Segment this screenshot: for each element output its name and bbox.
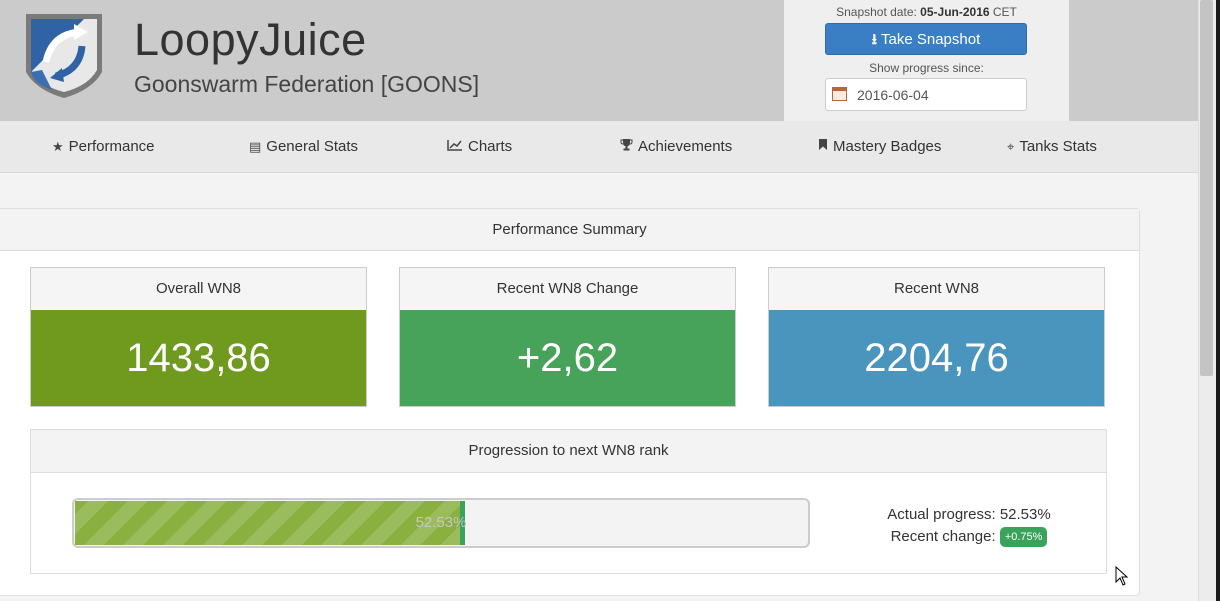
- recent-wn8-card: Recent WN8 2204,76: [768, 267, 1105, 407]
- tab-charts-label: Charts: [468, 138, 513, 155]
- tab-charts[interactable]: Charts: [447, 121, 512, 172]
- recent-change-badge: +0.75%: [999, 527, 1048, 548]
- recent-wn8-change-card: Recent WN8 Change +2,62: [399, 267, 736, 407]
- overall-wn8-title: Overall WN8: [31, 268, 366, 311]
- tab-tanks-stats[interactable]: ⌖ Tanks Stats: [1007, 121, 1097, 172]
- tab-performance[interactable]: ★ Performance: [52, 121, 155, 172]
- tab-performance-label: Performance: [68, 138, 155, 155]
- wn8-progression-box: Progression to next WN8 rank 52.53% Actu…: [30, 429, 1107, 574]
- tab-general-stats-label: General Stats: [266, 138, 359, 155]
- progress-since-date-value: 2016-06-04: [857, 87, 929, 103]
- overall-wn8-card: Overall WN8 1433,86: [30, 267, 367, 407]
- player-name: LoopyJuice: [134, 14, 367, 65]
- recent-wn8-change-value: +2,62: [400, 310, 735, 406]
- clan-name: Goonswarm Federation [GOONS]: [134, 71, 480, 97]
- snapshot-date-value: 05-Jun-2016: [920, 5, 990, 19]
- calendar-icon[interactable]: [832, 87, 847, 101]
- snapshot-timezone: CET: [992, 5, 1017, 19]
- crosshair-icon: ⌖: [1007, 139, 1015, 154]
- performance-summary-title: Performance Summary: [0, 209, 1139, 251]
- tab-general-stats[interactable]: ▤ General Stats: [249, 121, 358, 172]
- tab-mastery-badges[interactable]: Mastery Badges: [818, 121, 941, 172]
- snapshot-date-label: Snapshot date:: [836, 5, 917, 19]
- snapshot-panel: Snapshot date: 05-Jun-2016 CET ⭳ Take Sna…: [784, 0, 1069, 121]
- bookmark-icon: [818, 121, 828, 172]
- progress-since-date-input[interactable]: 2016-06-04: [825, 78, 1027, 111]
- performance-summary-panel: Performance Summary Overall WN8 1433,86 …: [0, 208, 1140, 596]
- goons-banner-logo: [26, 14, 102, 98]
- tab-mastery-badges-label: Mastery Badges: [833, 138, 942, 155]
- line-chart-icon: [447, 121, 463, 172]
- recent-wn8-value: 2204,76: [769, 310, 1104, 406]
- actual-progress-text: Actual progress: 52.53%: [887, 506, 1051, 523]
- progress-bar: 52.53%: [72, 498, 810, 548]
- scrollbar-thumb[interactable]: [1200, 0, 1213, 376]
- recent-change-row: Recent change: +0.75%: [819, 526, 1119, 548]
- tab-achievements-label: Achievements: [638, 138, 733, 155]
- recent-change-label: Recent change:: [890, 528, 996, 545]
- tab-tanks-stats-label: Tanks Stats: [1019, 138, 1097, 155]
- progress-bar-text: 52.53%: [415, 514, 467, 531]
- snapshot-date: Snapshot date: 05-Jun-2016 CET: [784, 5, 1069, 19]
- tab-achievements[interactable]: Achievements: [620, 121, 732, 172]
- window-edge: [1216, 0, 1220, 601]
- recent-wn8-change-title: Recent WN8 Change: [400, 268, 735, 311]
- trophy-icon: [620, 121, 633, 172]
- star-icon: ★: [52, 139, 64, 154]
- progression-title: Progression to next WN8 rank: [31, 430, 1106, 473]
- download-icon: ⭳: [871, 31, 877, 48]
- take-snapshot-label: Take Snapshot: [881, 31, 981, 48]
- take-snapshot-button[interactable]: ⭳ Take Snapshot: [825, 23, 1027, 55]
- show-progress-since-label: Show progress since:: [869, 61, 984, 75]
- list-icon: ▤: [249, 139, 262, 154]
- mouse-cursor-icon: [1115, 566, 1129, 586]
- profile-header: LoopyJuice Goonswarm Federation [GOONS] …: [0, 0, 1198, 121]
- main-nav: ★ Performance ▤ General Stats Charts Achie…: [0, 121, 1198, 173]
- recent-wn8-title: Recent WN8: [769, 268, 1104, 311]
- overall-wn8-value: 1433,86: [31, 310, 366, 406]
- progress-info: Actual progress: 52.53% Recent change: +…: [819, 504, 1119, 548]
